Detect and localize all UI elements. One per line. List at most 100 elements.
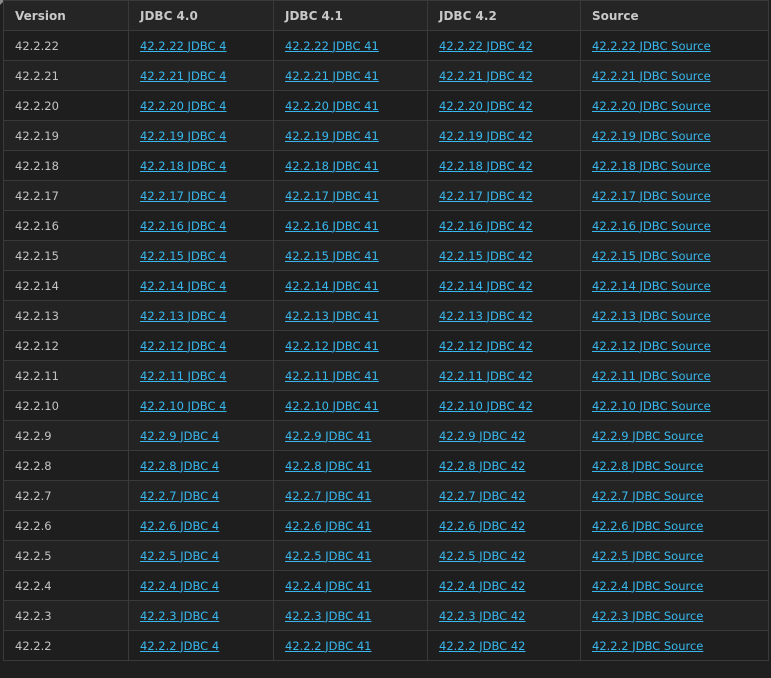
jdbc-40-link[interactable]: 42.2.11 JDBC 4 [140, 369, 227, 383]
jdbc-42-link[interactable]: 42.2.3 JDBC 42 [439, 609, 526, 623]
source-link[interactable]: 42.2.19 JDBC Source [592, 129, 711, 143]
source-link[interactable]: 42.2.15 JDBC Source [592, 249, 711, 263]
source-link[interactable]: 42.2.11 JDBC Source [592, 369, 711, 383]
jdbc-42-link[interactable]: 42.2.4 JDBC 42 [439, 579, 526, 593]
jdbc-41-link[interactable]: 42.2.12 JDBC 41 [285, 339, 379, 353]
jdbc-42-link[interactable]: 42.2.12 JDBC 42 [439, 339, 533, 353]
jdbc-40-link[interactable]: 42.2.12 JDBC 4 [140, 339, 227, 353]
source-link[interactable]: 42.2.16 JDBC Source [592, 219, 711, 233]
jdbc-42-link[interactable]: 42.2.8 JDBC 42 [439, 459, 526, 473]
jdbc-42-link[interactable]: 42.2.5 JDBC 42 [439, 549, 526, 563]
jdbc-41-link[interactable]: 42.2.18 JDBC 41 [285, 159, 379, 173]
jdbc-40-link[interactable]: 42.2.6 JDBC 4 [140, 519, 219, 533]
jdbc-40-link[interactable]: 42.2.7 JDBC 4 [140, 489, 219, 503]
jdbc-42-link[interactable]: 42.2.20 JDBC 42 [439, 99, 533, 113]
jdbc-40-link[interactable]: 42.2.19 JDBC 4 [140, 129, 227, 143]
jdbc-42-link[interactable]: 42.2.17 JDBC 42 [439, 189, 533, 203]
jdbc-42-link[interactable]: 42.2.13 JDBC 42 [439, 309, 533, 323]
table-row: 42.2.11 42.2.11 JDBC 4 42.2.11 JDBC 41 42.2… [3, 360, 769, 391]
jdbc-41-link[interactable]: 42.2.22 JDBC 41 [285, 39, 379, 53]
table-body: 42.2.22 42.2.22 JDBC 4 42.2.22 JDBC 41 42.2… [3, 30, 769, 661]
jdbc-41-link[interactable]: 42.2.9 JDBC 41 [285, 429, 372, 443]
jdbc-42-cell: 42.2.11 JDBC 42 [427, 360, 581, 391]
jdbc-41-link[interactable]: 42.2.15 JDBC 41 [285, 249, 379, 263]
jdbc-42-link[interactable]: 42.2.11 JDBC 42 [439, 369, 533, 383]
jdbc-41-link[interactable]: 42.2.3 JDBC 41 [285, 609, 372, 623]
jdbc-40-cell: 42.2.17 JDBC 4 [128, 180, 274, 211]
jdbc-40-link[interactable]: 42.2.3 JDBC 4 [140, 609, 219, 623]
jdbc-41-link[interactable]: 42.2.13 JDBC 41 [285, 309, 379, 323]
jdbc-42-link[interactable]: 42.2.16 JDBC 42 [439, 219, 533, 233]
jdbc-41-link[interactable]: 42.2.14 JDBC 41 [285, 279, 379, 293]
source-cell: 42.2.16 JDBC Source [580, 210, 769, 241]
source-cell: 42.2.11 JDBC Source [580, 360, 769, 391]
version-cell: 42.2.13 [3, 300, 129, 331]
jdbc-41-link[interactable]: 42.2.19 JDBC 41 [285, 129, 379, 143]
jdbc-40-link[interactable]: 42.2.9 JDBC 4 [140, 429, 219, 443]
jdbc-42-link[interactable]: 42.2.14 JDBC 42 [439, 279, 533, 293]
source-link[interactable]: 42.2.8 JDBC Source [592, 459, 703, 473]
source-link[interactable]: 42.2.3 JDBC Source [592, 609, 703, 623]
jdbc-42-link[interactable]: 42.2.7 JDBC 42 [439, 489, 526, 503]
source-link[interactable]: 42.2.18 JDBC Source [592, 159, 711, 173]
header-jdbc-40: JDBC 4.0 [128, 0, 274, 31]
source-link[interactable]: 42.2.22 JDBC Source [592, 39, 711, 53]
source-link[interactable]: 42.2.12 JDBC Source [592, 339, 711, 353]
jdbc-41-link[interactable]: 42.2.20 JDBC 41 [285, 99, 379, 113]
jdbc-42-link[interactable]: 42.2.21 JDBC 42 [439, 69, 533, 83]
jdbc-40-link[interactable]: 42.2.20 JDBC 4 [140, 99, 227, 113]
jdbc-41-link[interactable]: 42.2.16 JDBC 41 [285, 219, 379, 233]
jdbc-41-cell: 42.2.22 JDBC 41 [273, 30, 428, 61]
jdbc-42-link[interactable]: 42.2.22 JDBC 42 [439, 39, 533, 53]
source-link[interactable]: 42.2.10 JDBC Source [592, 399, 711, 413]
jdbc-40-link[interactable]: 42.2.16 JDBC 4 [140, 219, 227, 233]
jdbc-40-link[interactable]: 42.2.14 JDBC 4 [140, 279, 227, 293]
source-link[interactable]: 42.2.2 JDBC Source [592, 639, 703, 653]
jdbc-40-link[interactable]: 42.2.5 JDBC 4 [140, 549, 219, 563]
jdbc-42-link[interactable]: 42.2.18 JDBC 42 [439, 159, 533, 173]
jdbc-41-link[interactable]: 42.2.21 JDBC 41 [285, 69, 379, 83]
jdbc-40-cell: 42.2.14 JDBC 4 [128, 270, 274, 301]
jdbc-41-link[interactable]: 42.2.4 JDBC 41 [285, 579, 372, 593]
source-link[interactable]: 42.2.13 JDBC Source [592, 309, 711, 323]
jdbc-40-link[interactable]: 42.2.17 JDBC 4 [140, 189, 227, 203]
jdbc-40-link[interactable]: 42.2.22 JDBC 4 [140, 39, 227, 53]
jdbc-41-link[interactable]: 42.2.8 JDBC 41 [285, 459, 372, 473]
source-link[interactable]: 42.2.21 JDBC Source [592, 69, 711, 83]
source-link[interactable]: 42.2.17 JDBC Source [592, 189, 711, 203]
jdbc-41-link[interactable]: 42.2.7 JDBC 41 [285, 489, 372, 503]
jdbc-41-link[interactable]: 42.2.11 JDBC 41 [285, 369, 379, 383]
jdbc-41-link[interactable]: 42.2.17 JDBC 41 [285, 189, 379, 203]
jdbc-41-link[interactable]: 42.2.10 JDBC 41 [285, 399, 379, 413]
jdbc-40-link[interactable]: 42.2.21 JDBC 4 [140, 69, 227, 83]
jdbc-41-link[interactable]: 42.2.6 JDBC 41 [285, 519, 372, 533]
source-link[interactable]: 42.2.9 JDBC Source [592, 429, 703, 443]
version-cell: 42.2.18 [3, 150, 129, 181]
jdbc-40-link[interactable]: 42.2.15 JDBC 4 [140, 249, 227, 263]
version-cell: 42.2.12 [3, 330, 129, 361]
source-link[interactable]: 42.2.6 JDBC Source [592, 519, 703, 533]
source-link[interactable]: 42.2.20 JDBC Source [592, 99, 711, 113]
jdbc-42-link[interactable]: 42.2.9 JDBC 42 [439, 429, 526, 443]
source-link[interactable]: 42.2.14 JDBC Source [592, 279, 711, 293]
jdbc-40-link[interactable]: 42.2.8 JDBC 4 [140, 459, 219, 473]
jdbc-41-link[interactable]: 42.2.2 JDBC 41 [285, 639, 372, 653]
jdbc-42-link[interactable]: 42.2.6 JDBC 42 [439, 519, 526, 533]
source-link[interactable]: 42.2.5 JDBC Source [592, 549, 703, 563]
header-row: Version JDBC 4.0 JDBC 4.1 JDBC 4.2 Sourc… [3, 0, 769, 31]
jdbc-40-link[interactable]: 42.2.10 JDBC 4 [140, 399, 227, 413]
jdbc-42-link[interactable]: 42.2.10 JDBC 42 [439, 399, 533, 413]
source-link[interactable]: 42.2.4 JDBC Source [592, 579, 703, 593]
jdbc-40-link[interactable]: 42.2.4 JDBC 4 [140, 579, 219, 593]
jdbc-42-link[interactable]: 42.2.15 JDBC 42 [439, 249, 533, 263]
jdbc-42-link[interactable]: 42.2.19 JDBC 42 [439, 129, 533, 143]
jdbc-40-link[interactable]: 42.2.2 JDBC 4 [140, 639, 219, 653]
jdbc-41-cell: 42.2.18 JDBC 41 [273, 150, 428, 181]
jdbc-40-link[interactable]: 42.2.18 JDBC 4 [140, 159, 227, 173]
jdbc-41-link[interactable]: 42.2.5 JDBC 41 [285, 549, 372, 563]
source-link[interactable]: 42.2.7 JDBC Source [592, 489, 703, 503]
jdbc-40-link[interactable]: 42.2.13 JDBC 4 [140, 309, 227, 323]
jdbc-40-cell: 42.2.21 JDBC 4 [128, 60, 274, 91]
table-row: 42.2.20 42.2.20 JDBC 4 42.2.20 JDBC 41 42.2… [3, 90, 769, 121]
jdbc-42-link[interactable]: 42.2.2 JDBC 42 [439, 639, 526, 653]
